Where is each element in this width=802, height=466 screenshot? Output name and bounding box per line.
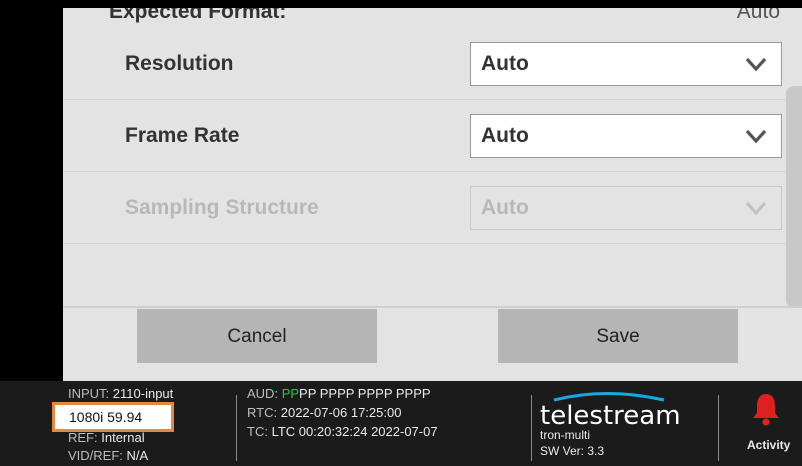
- ref-key: REF:: [68, 430, 98, 445]
- aud-ok-channels: PP: [281, 386, 300, 401]
- resolution-row: Resolution Auto: [63, 28, 802, 100]
- cancel-button[interactable]: Cancel: [137, 309, 377, 363]
- vidref-status: VID/REF: N/A: [68, 448, 148, 463]
- frame-rate-row: Frame Rate Auto: [63, 100, 802, 172]
- status-divider: [236, 395, 237, 461]
- resolution-value: Auto: [481, 52, 529, 75]
- chevron-down-icon: [745, 201, 767, 216]
- sampling-structure-label: Sampling Structure: [125, 196, 319, 219]
- resolution-label: Resolution: [125, 52, 234, 75]
- rtc-value: 2022-07-06 17:25:00: [280, 405, 402, 420]
- rtc-key: RTC:: [247, 405, 278, 420]
- format-value: 1080i 59.94: [69, 409, 143, 425]
- resolution-select[interactable]: Auto: [470, 42, 782, 86]
- frame-rate-value: Auto: [481, 124, 529, 147]
- activity-label: Activity: [747, 438, 791, 452]
- brand-text: telestream: [540, 401, 681, 431]
- input-key: INPUT:: [68, 386, 110, 401]
- status-divider: [531, 395, 532, 461]
- chevron-down-icon: [745, 129, 767, 144]
- tc-key: TC:: [247, 424, 268, 439]
- expected-format-value: Auto: [736, 8, 780, 23]
- format-highlight: 1080i 59.94: [52, 402, 174, 432]
- save-button[interactable]: Save: [498, 309, 738, 363]
- aud-channels: PP PPPP PPPP PPPP: [299, 386, 431, 401]
- vidref-key: VID/REF:: [68, 448, 123, 463]
- expected-format-label: Expected Format:: [109, 8, 287, 23]
- scrollbar[interactable]: [786, 86, 802, 308]
- ref-status: REF: Internal: [68, 430, 145, 445]
- frame-rate-label: Frame Rate: [125, 124, 240, 147]
- tc-value: LTC 00:20:32:24 2022-07-07: [271, 424, 438, 439]
- sampling-structure-value: Auto: [481, 196, 529, 219]
- bell-icon[interactable]: [751, 392, 781, 426]
- sampling-structure-select: Auto: [470, 186, 782, 230]
- aud-key: AUD:: [247, 386, 279, 401]
- expected-format-row: Expected Format: Auto: [63, 8, 802, 30]
- rtc-status: RTC: 2022-07-06 17:25:00: [247, 405, 401, 420]
- sampling-structure-row: Sampling Structure Auto: [63, 172, 802, 244]
- status-divider: [718, 395, 719, 461]
- ref-value: Internal: [101, 430, 145, 445]
- telestream-logo: telestream: [540, 392, 681, 431]
- input-value: 2110-input: [112, 386, 174, 401]
- audio-status: AUD: PPPP PPPP PPPP PPPP: [247, 386, 431, 401]
- input-status: INPUT: 2110-input: [68, 386, 173, 401]
- frame-rate-select[interactable]: Auto: [470, 114, 782, 158]
- vidref-value: N/A: [126, 448, 149, 463]
- sw-version: SW Ver: 3.3: [540, 444, 605, 458]
- tc-status: TC: LTC 00:20:32:24 2022-07-07: [247, 424, 438, 439]
- chevron-down-icon: [745, 57, 767, 72]
